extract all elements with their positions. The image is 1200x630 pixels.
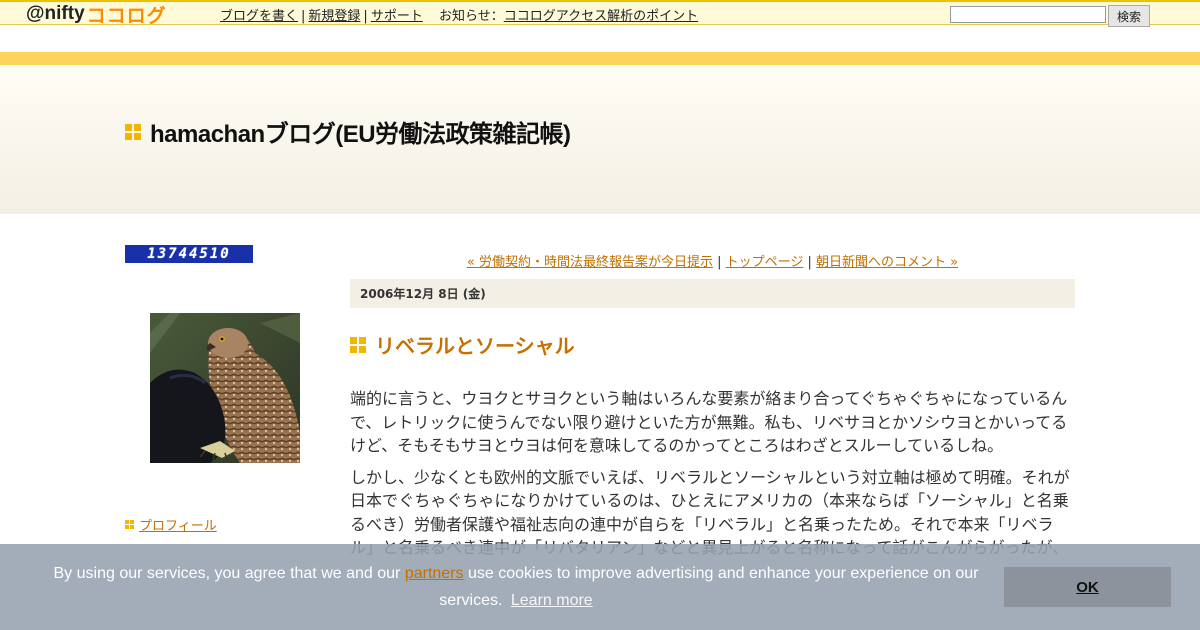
counter-value: 13744510: [147, 246, 231, 262]
blog-title-block: hamachanブログ(EU労働法政策雑記帳): [125, 114, 571, 149]
post-date: 2006年12月 8日 (金): [350, 279, 1075, 308]
title-squares-icon: [125, 123, 141, 140]
search-button[interactable]: 検索: [1108, 5, 1150, 27]
header-accent-band: [0, 52, 1200, 65]
hawk-photo: [150, 313, 300, 463]
prev-entry-link[interactable]: « 労働契約・時間法最終報告案が今日提示: [467, 255, 713, 270]
cookie-ok-button[interactable]: OK: [1004, 567, 1171, 607]
post-title-squares-icon: [350, 336, 366, 353]
blog-title[interactable]: hamachanブログ(EU労働法政策雑記帳): [150, 114, 571, 149]
post-body: 端的に言うと、ウヨクとサヨクという軸はいろんな要素が絡まり合ってぐちゃぐちゃにな…: [350, 387, 1075, 568]
bullet-squares-icon: [125, 520, 134, 529]
entry-navigation: « 労働契約・時間法最終報告案が今日提示 | トップページ | 朝日新聞へのコメ…: [466, 255, 959, 270]
learn-more-link[interactable]: Learn more: [511, 592, 593, 609]
support-link[interactable]: サポート: [371, 9, 423, 24]
post-title[interactable]: リベラルとソーシャル: [375, 330, 575, 359]
next-entry-link[interactable]: 朝日新聞へのコメント »: [816, 255, 958, 270]
news-link[interactable]: ココログアクセス解析のポイント: [504, 9, 698, 24]
profile-avatar[interactable]: [150, 313, 300, 463]
access-counter: 13744510: [125, 245, 253, 263]
post-title-block: リベラルとソーシャル: [350, 330, 575, 359]
post-paragraph: 端的に言うと、ウヨクとサヨクという軸はいろんな要素が絡まり合ってぐちゃぐちゃにな…: [350, 389, 1068, 455]
top-page-link[interactable]: トップページ: [726, 255, 804, 270]
top-bar: @nifty ココログ ブログを書く | 新規登録 | サポート お知らせ：ココログアク…: [0, 0, 1200, 27]
nifty-cocolog-logo[interactable]: @nifty ココログ: [26, 3, 167, 27]
top-links: ブログを書く | 新規登録 | サポート お知らせ：ココログアクセス解析のポイント: [220, 9, 699, 24]
sidebar-item-profile: プロフィール: [125, 515, 217, 534]
partners-link[interactable]: partners: [405, 565, 464, 582]
logo-brand: ココログ: [86, 5, 167, 27]
search-input[interactable]: [950, 6, 1106, 23]
profile-link[interactable]: プロフィール: [139, 515, 217, 534]
write-blog-link[interactable]: ブログを書く: [220, 9, 298, 24]
logo-prefix: @nifty: [26, 3, 85, 24]
cookie-message: By using our services, you agree that we…: [53, 565, 979, 609]
signup-link[interactable]: 新規登録: [308, 9, 360, 24]
news-label: お知らせ: [438, 9, 491, 24]
